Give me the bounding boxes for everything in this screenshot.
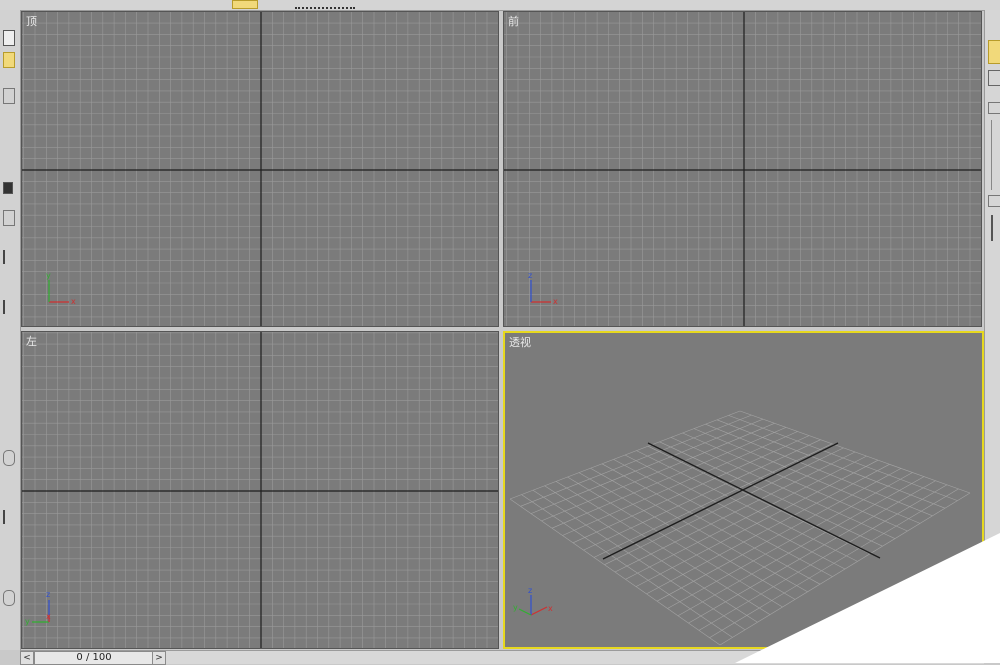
panel-tab-icon[interactable] [988,40,1000,64]
axis-z-label: z [528,586,532,595]
left-tool-strip [0,10,21,650]
top-grid: xy [22,12,498,326]
tool-icon[interactable] [3,30,15,46]
rollout-divider [991,120,1000,190]
axis-x-line [530,606,548,616]
front-grid: xz [504,12,981,326]
viewport-perspective[interactable]: x z y 透视 [503,331,984,649]
toolbar-icon[interactable] [70,0,84,9]
axis-y-label: y [25,617,30,626]
viewport-top[interactable]: xy 顶 [21,11,499,327]
tool-icon[interactable] [3,210,15,226]
tool-icon[interactable] [3,450,15,466]
select-tool-button[interactable] [232,0,258,9]
main-toolbar [0,0,1000,11]
left-grid: y z x [22,332,498,648]
tool-icon[interactable] [3,88,15,104]
toolbar-icon[interactable] [10,0,30,9]
line-style-icon[interactable] [295,0,355,9]
axis-z-label: z [46,590,50,599]
toolbar-icon[interactable] [960,0,974,9]
tool-icon-active[interactable] [3,52,15,68]
tool-icon[interactable] [3,590,15,606]
time-slider-bar: < 0 / 100 > [20,650,984,665]
rollout-header[interactable] [988,102,1000,114]
axis-y-label: y [513,603,518,612]
axis-x-label: x [46,612,51,621]
axis-z-label: z [528,271,532,280]
home-grid-axis [602,442,839,560]
viewport-label-top: 顶 [26,15,37,28]
axis-y-label: y [46,271,51,280]
toolbar-icon[interactable] [940,0,950,9]
tool-icon[interactable] [3,510,9,524]
tool-icon[interactable] [3,182,13,194]
tool-icon[interactable] [3,250,9,264]
viewport-front[interactable]: xz 前 [503,11,982,327]
viewport-left[interactable]: y z x 左 [21,331,499,649]
toolbar-icon[interactable] [100,0,114,9]
tool-icon[interactable] [3,300,9,314]
viewport-label-front: 前 [508,15,519,28]
toolbar-icon[interactable] [128,0,142,9]
viewport-label-perspective: 透视 [509,336,531,349]
command-panel [984,10,1000,650]
axis-y-line [518,608,532,616]
home-grid-axis [647,442,881,559]
axis-x-label: x [548,604,553,613]
panel-tab-icon[interactable] [988,70,1000,86]
rollout-field[interactable] [991,215,1000,241]
viewport-label-left: 左 [26,335,37,348]
axis-x-label: x [71,297,76,306]
rollout-header[interactable] [988,195,1000,207]
axis-x-label: x [553,297,558,306]
perspective-grid: x z y [509,410,971,646]
